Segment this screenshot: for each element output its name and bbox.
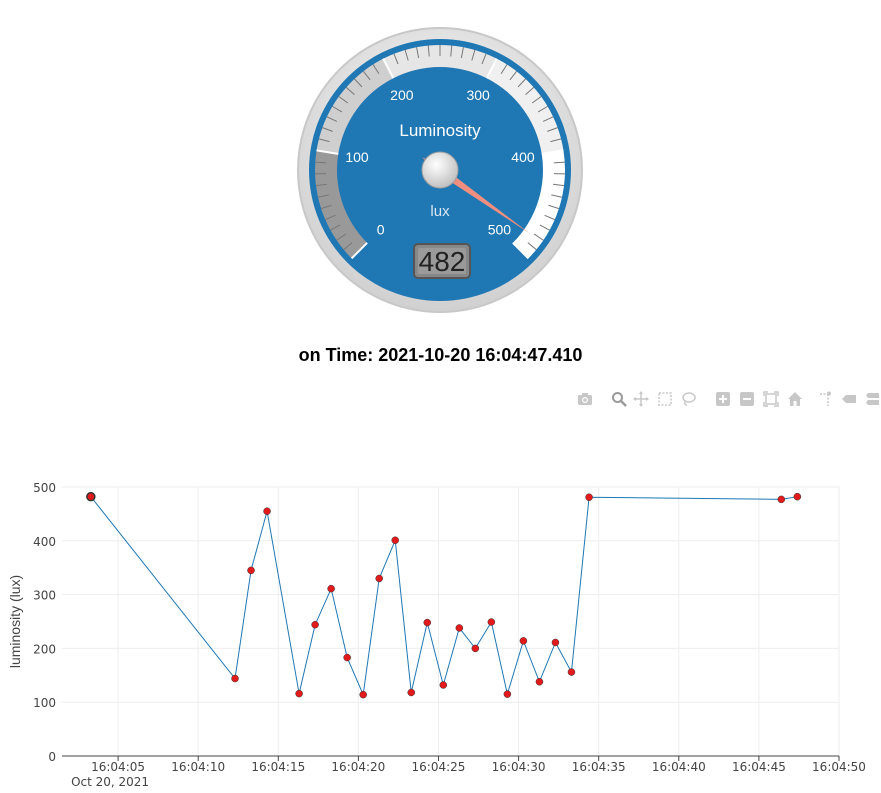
gauge-units: lux	[430, 203, 450, 220]
hover-compare-icon[interactable]	[862, 388, 881, 410]
data-point[interactable]	[375, 574, 383, 583]
x-tick-label: 16:04:05	[91, 760, 145, 774]
data-point[interactable]	[535, 678, 544, 686]
data-point[interactable]	[327, 584, 335, 593]
gauge-tick-label: 500	[488, 221, 512, 237]
data-point[interactable]	[407, 688, 415, 697]
data-point[interactable]	[86, 491, 96, 502]
data-point[interactable]	[343, 653, 351, 662]
data-point[interactable]	[793, 492, 802, 501]
x-tick-label: 16:04:20	[331, 760, 385, 774]
y-tick-label: 300	[33, 589, 56, 603]
data-point[interactable]	[263, 507, 271, 515]
x-axis-date-label: Oct 20, 2021	[71, 775, 149, 789]
y-tick-label: 500	[33, 481, 56, 495]
gauge-value-text: 482	[419, 246, 466, 277]
gauge-tick-label: 0	[377, 221, 385, 237]
data-point[interactable]	[567, 668, 576, 676]
gauge-value-display: 482	[413, 243, 471, 279]
data-point[interactable]	[455, 624, 464, 632]
gauge-tick-label: 200	[390, 87, 414, 103]
y-axis-label: luminosity (lux)	[7, 575, 23, 668]
gauge-tick-label: 300	[466, 87, 490, 103]
x-tick-label: 16:04:50	[812, 760, 866, 774]
gauge-hub	[421, 151, 459, 189]
gauge-tick-label: 100	[345, 149, 369, 165]
data-point[interactable]	[391, 536, 399, 545]
x-tick-label: 16:04:25	[412, 760, 466, 774]
box-select-icon[interactable]	[654, 388, 676, 410]
data-point[interactable]	[423, 618, 432, 627]
data-point[interactable]	[295, 689, 303, 698]
axes: 0 100 200 300 400 500 16:04:05 16:04:10 16:04:15…	[33, 481, 866, 774]
lasso-icon[interactable]	[678, 388, 700, 410]
data-point[interactable]	[519, 637, 528, 645]
gauge-minor-tick	[315, 161, 327, 164]
luminosity-gauge: 0 100 200 300 400 500 Luminosity lux 482	[297, 27, 583, 313]
gauge-minor-tick	[553, 161, 565, 164]
data-point[interactable]	[439, 681, 448, 689]
series-line	[90, 496, 798, 697]
x-tick-label: 16:04:45	[732, 760, 786, 774]
data-point[interactable]	[585, 493, 593, 501]
x-tick-label: 16:04:35	[572, 760, 626, 774]
zoom-in-icon[interactable]	[712, 388, 734, 410]
data-point[interactable]	[359, 690, 367, 699]
x-tick-label: 16:04:15	[251, 760, 305, 774]
spike-lines-icon[interactable]	[814, 388, 836, 410]
zoom-icon[interactable]	[608, 388, 630, 410]
camera-icon[interactable]	[574, 388, 596, 410]
data-point[interactable]	[311, 620, 319, 629]
autoscale-icon[interactable]	[760, 388, 782, 410]
pan-icon[interactable]	[630, 388, 652, 410]
y-tick-label: 200	[33, 642, 56, 656]
y-tick-label: 400	[33, 535, 56, 549]
data-point[interactable]	[487, 618, 496, 626]
grid-lines	[62, 486, 840, 756]
y-tick-label: 100	[33, 696, 56, 710]
data-point[interactable]	[503, 690, 512, 698]
gauge-tick-label: 400	[511, 149, 535, 165]
reset-axes-icon[interactable]	[784, 388, 806, 410]
data-point[interactable]	[777, 495, 786, 504]
luminosity-chart[interactable]: 0 100 200 300 400 500 16:04:05 16:04:10 16:04:15…	[0, 470, 881, 793]
data-point[interactable]	[551, 638, 560, 647]
hover-closest-icon[interactable]	[838, 388, 860, 410]
data-point[interactable]	[247, 566, 255, 575]
data-point[interactable]	[231, 674, 239, 683]
x-tick-label: 16:04:30	[492, 760, 546, 774]
time-label: on Time: 2021-10-20 16:04:47.410	[298, 345, 583, 365]
x-tick-label: 16:04:10	[171, 760, 225, 774]
zoom-out-icon[interactable]	[736, 388, 758, 410]
gauge-title: Luminosity	[399, 121, 481, 140]
series-luminosity	[86, 491, 802, 699]
data-point[interactable]	[471, 644, 480, 653]
x-tick-label: 16:04:40	[652, 760, 706, 774]
y-tick-label: 0	[48, 750, 56, 764]
